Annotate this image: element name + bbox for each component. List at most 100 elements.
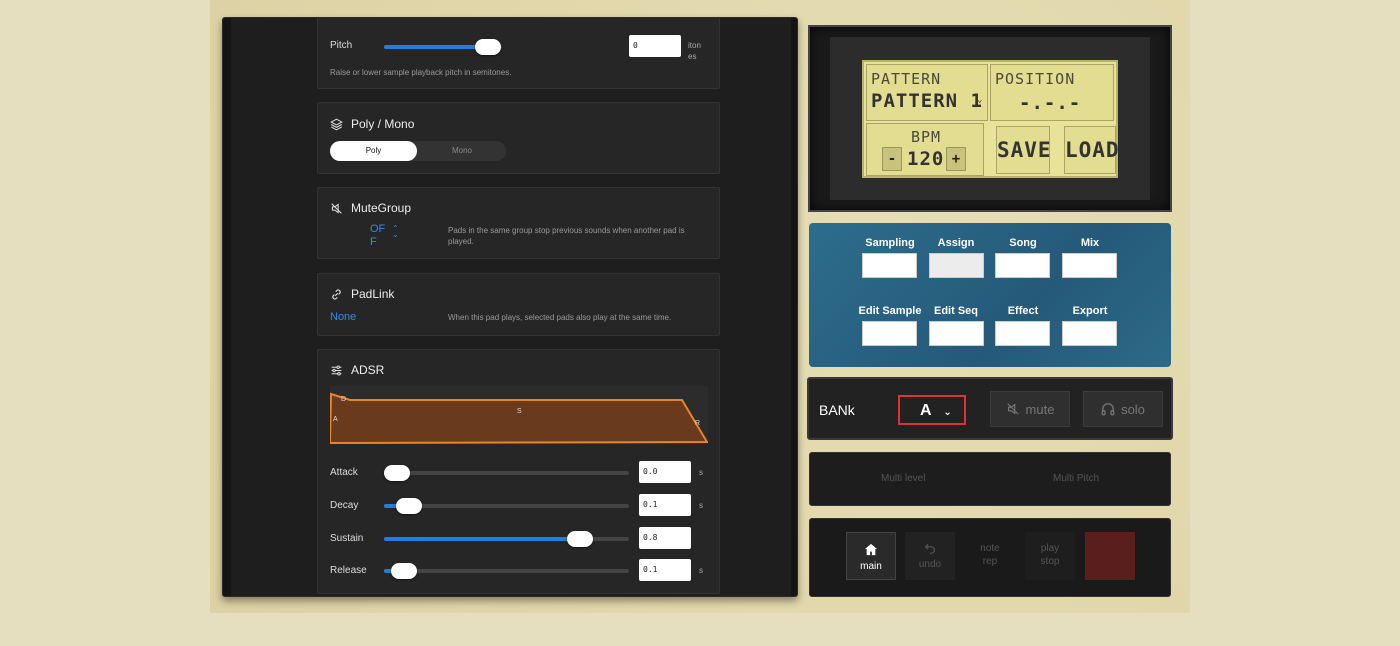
padlink-description: When this pad plays, selected pads also …: [448, 313, 672, 322]
release-value-field[interactable]: 0.1: [639, 559, 691, 581]
mono-option[interactable]: Mono: [418, 141, 506, 161]
multi-level-button[interactable]: Multi level: [881, 473, 925, 484]
mute-label: mute: [1025, 401, 1055, 417]
poly-option[interactable]: Poly: [330, 141, 417, 161]
assign-button[interactable]: [929, 253, 984, 278]
adsr-label-r: R: [695, 420, 700, 427]
bank-bar: BANk A ⌄ mute solo: [807, 377, 1173, 440]
undo-label: undo: [918, 559, 942, 570]
note-repeat-button[interactable]: note rep: [965, 532, 1015, 580]
mutegroup-title: MuteGroup: [330, 201, 411, 215]
play-stop-button[interactable]: play stop: [1025, 532, 1075, 580]
adsr-label-d: D: [341, 396, 346, 403]
layers-icon: [330, 118, 343, 130]
decay-label: Decay: [330, 500, 359, 511]
edit-seq-button[interactable]: [929, 321, 984, 346]
sliders-icon: [331, 365, 342, 375]
poly-mono-toggle[interactable]: Poly Mono: [330, 141, 506, 161]
bpm-plus-button[interactable]: +: [946, 147, 966, 171]
mutegroup-title-text: MuteGroup: [351, 201, 412, 215]
position-value: -.-.-: [1019, 92, 1082, 114]
updown-chevron-icon: ⌃ ⌄: [392, 224, 399, 239]
export-button[interactable]: [1062, 321, 1117, 346]
song-button[interactable]: [995, 253, 1050, 278]
chevron-down-icon: ⌄: [943, 407, 952, 418]
link-icon: [332, 288, 341, 300]
mode-label-export: Export: [1072, 305, 1108, 317]
decay-slider-thumb[interactable]: [395, 498, 422, 514]
pad-settings-scroll[interactable]: Pitch 0 itones Raise or lower sample pla…: [231, 18, 791, 596]
pattern-chevron-icon: ⌄: [977, 95, 983, 105]
mix-button[interactable]: [1062, 253, 1117, 278]
save-label: SAVE: [997, 138, 1052, 162]
speaker-muted-icon: [331, 202, 342, 214]
bank-select[interactable]: A ⌄: [898, 395, 966, 425]
sampling-button[interactable]: [862, 253, 917, 278]
attack-slider[interactable]: [384, 465, 629, 481]
home-icon: [864, 543, 878, 556]
adsr-section: ADSR A D S R Attack 0.0 s Decay 0.1 s Su…: [317, 349, 720, 594]
mute-button[interactable]: mute: [990, 391, 1070, 427]
attack-unit: s: [699, 468, 703, 477]
undo-icon: [924, 543, 935, 554]
pattern-label: PATTERN: [871, 70, 942, 88]
poly-mono-title-text: Poly / Mono: [351, 117, 415, 131]
position-cell: POSITION -.-.-: [990, 64, 1114, 121]
pitch-label: Pitch: [330, 40, 353, 51]
bpm-label: BPM: [911, 128, 942, 146]
play-stop-label-1: play: [1040, 543, 1060, 554]
adsr-envelope-graph[interactable]: A D S R: [330, 386, 708, 444]
poly-mono-title: Poly / Mono: [330, 117, 414, 131]
edit-sample-button[interactable]: [862, 321, 917, 346]
release-slider[interactable]: [384, 563, 629, 579]
adsr-envelope-area: [330, 392, 708, 444]
pitch-slider[interactable]: [384, 39, 502, 55]
record-button[interactable]: [1085, 532, 1135, 580]
pattern-cell[interactable]: PATTERN PATTERN 1 ⌄: [866, 64, 988, 121]
pitch-section: Pitch 0 itones Raise or lower sample pla…: [317, 18, 720, 89]
decay-value-field[interactable]: 0.1: [639, 494, 691, 516]
bpm-minus-button[interactable]: -: [882, 147, 902, 171]
headphones-icon: [1101, 403, 1115, 416]
undo-button[interactable]: undo: [905, 532, 955, 580]
bpm-value: 120: [907, 148, 945, 170]
bank-label: BANk: [819, 402, 855, 418]
adsr-title-text: ADSR: [351, 363, 385, 377]
pitch-description: Raise or lower sample playback pitch in …: [330, 68, 512, 77]
adsr-label-s: S: [517, 408, 522, 415]
sustain-slider-fill: [384, 537, 580, 541]
pitch-slider-fill: [384, 45, 488, 49]
main-label: main: [860, 561, 882, 572]
sustain-value-field[interactable]: 0.8: [639, 527, 691, 549]
poly-mono-section: Poly / Mono Poly Mono: [317, 102, 720, 174]
pitch-value-field[interactable]: 0: [629, 35, 681, 57]
save-button[interactable]: SAVE: [996, 126, 1052, 174]
note-repeat-label-1: note: [980, 543, 1000, 554]
effect-button[interactable]: [995, 321, 1050, 346]
position-label: POSITION: [995, 70, 1076, 88]
attack-value-field[interactable]: 0.0: [639, 461, 691, 483]
attack-slider-thumb[interactable]: [384, 465, 410, 481]
padlink-title-text: PadLink: [351, 287, 395, 301]
load-label: LOAD: [1065, 138, 1120, 162]
multi-bar: Multi level Multi Pitch: [809, 452, 1171, 506]
main-button[interactable]: main: [846, 532, 896, 580]
pitch-slider-thumb[interactable]: [474, 39, 501, 55]
release-unit: s: [699, 566, 703, 575]
mode-label-mix: Mix: [1080, 237, 1100, 249]
padlink-value[interactable]: None: [330, 311, 356, 323]
multi-pitch-button[interactable]: Multi Pitch: [1053, 473, 1099, 484]
load-button[interactable]: LOAD: [1064, 126, 1119, 174]
mutegroup-description: Pads in the same group stop previous sou…: [448, 226, 685, 246]
release-slider-thumb[interactable]: [390, 563, 417, 579]
sustain-slider[interactable]: [384, 531, 629, 547]
adsr-title: ADSR: [330, 363, 384, 377]
transport-bar: main undo note rep play stop: [809, 518, 1171, 597]
mutegroup-select[interactable]: OFF ⌃ ⌄: [370, 223, 404, 249]
sustain-slider-thumb[interactable]: [567, 531, 593, 547]
decay-slider[interactable]: [384, 498, 629, 514]
play-stop-label-2: stop: [1040, 556, 1060, 567]
release-label: Release: [330, 565, 367, 576]
solo-button[interactable]: solo: [1083, 391, 1163, 427]
mode-panel: Sampling Assign Song Mix Edit Sample Edi…: [809, 223, 1171, 367]
